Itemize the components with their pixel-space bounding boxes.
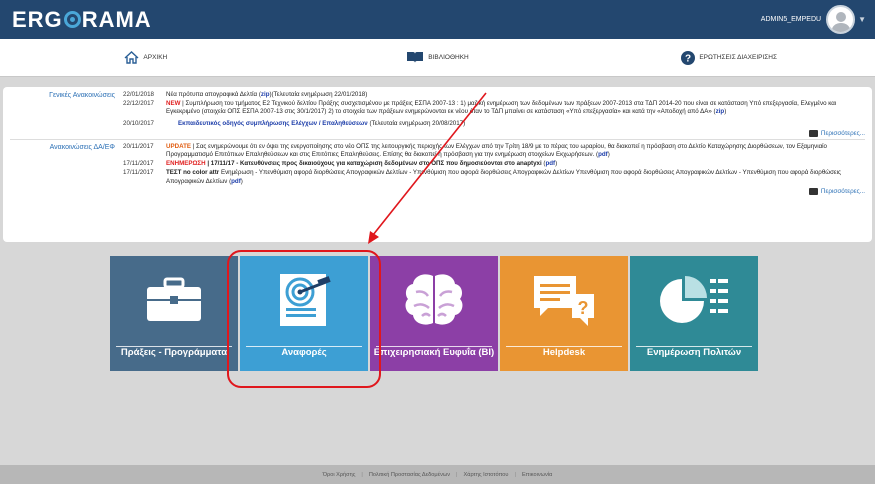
footer-terms-link[interactable]: Όροι Χρήσης bbox=[323, 472, 356, 478]
annotation-arrow bbox=[368, 92, 487, 244]
footer-privacy-link[interactable]: Πολιτική Προστασίας Δεδομένων bbox=[369, 472, 450, 478]
footer-contact-link[interactable]: Επικοινωνία bbox=[522, 472, 552, 478]
footer: Όροι Χρήσης | Πολιτική Προστασίας Δεδομέν… bbox=[0, 465, 875, 484]
footer-sitemap-link[interactable]: Χάρτης Ιστοτόπου bbox=[463, 472, 508, 478]
